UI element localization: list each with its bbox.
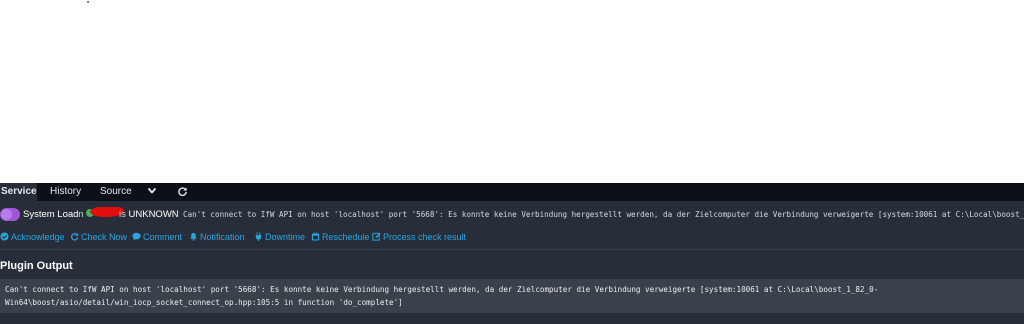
- service-status-row: System Load on is UNKNOWN Can't connect …: [0, 207, 1024, 223]
- tab-service[interactable]: Service: [0, 183, 37, 201]
- plug-icon: [255, 232, 262, 241]
- acknowledge-button[interactable]: Acknowledge: [0, 231, 65, 243]
- tab-bar: Service History Source: [0, 183, 1024, 201]
- notification-button[interactable]: Notification: [189, 231, 245, 243]
- downtime-button[interactable]: Downtime: [254, 231, 305, 243]
- service-name-link[interactable]: System Load: [23, 209, 78, 220]
- comment-icon: [132, 232, 141, 241]
- tab-history[interactable]: History: [50, 183, 81, 201]
- plugin-output-box: Can't connect to IfW API on host 'localh…: [0, 279, 1024, 313]
- detail-panel: Service History Source System Load on is…: [0, 183, 1024, 324]
- process-check-result-button[interactable]: Process check result: [372, 231, 466, 243]
- edit-icon: [372, 232, 381, 241]
- bell-icon: [190, 232, 197, 241]
- plugin-output-text: Can't connect to IfW API on host 'localh…: [5, 285, 879, 307]
- state-value: UNKNOWN: [128, 209, 179, 220]
- calendar-icon: [311, 232, 320, 241]
- check-circle-icon: [0, 232, 9, 241]
- chevron-down-icon[interactable]: [147, 186, 157, 196]
- refresh-icon: [71, 232, 79, 241]
- status-output-summary: Can't connect to IfW API on host 'localh…: [183, 210, 1024, 219]
- refresh-icon[interactable]: [177, 186, 188, 197]
- state-label: is UNKNOWN: [119, 209, 179, 220]
- section-divider: [0, 249, 1024, 250]
- blank-page-area: [0, 0, 1024, 183]
- check-now-button[interactable]: Check Now: [70, 231, 127, 243]
- comment-button[interactable]: Comment: [132, 231, 182, 243]
- reschedule-button[interactable]: Reschedule: [311, 231, 370, 243]
- on-label: on: [73, 209, 84, 220]
- state-indicator: [0, 208, 20, 221]
- stray-mark: [87, 1, 89, 3]
- tab-source[interactable]: Source: [100, 183, 132, 201]
- plugin-output-heading: Plugin Output: [0, 260, 73, 272]
